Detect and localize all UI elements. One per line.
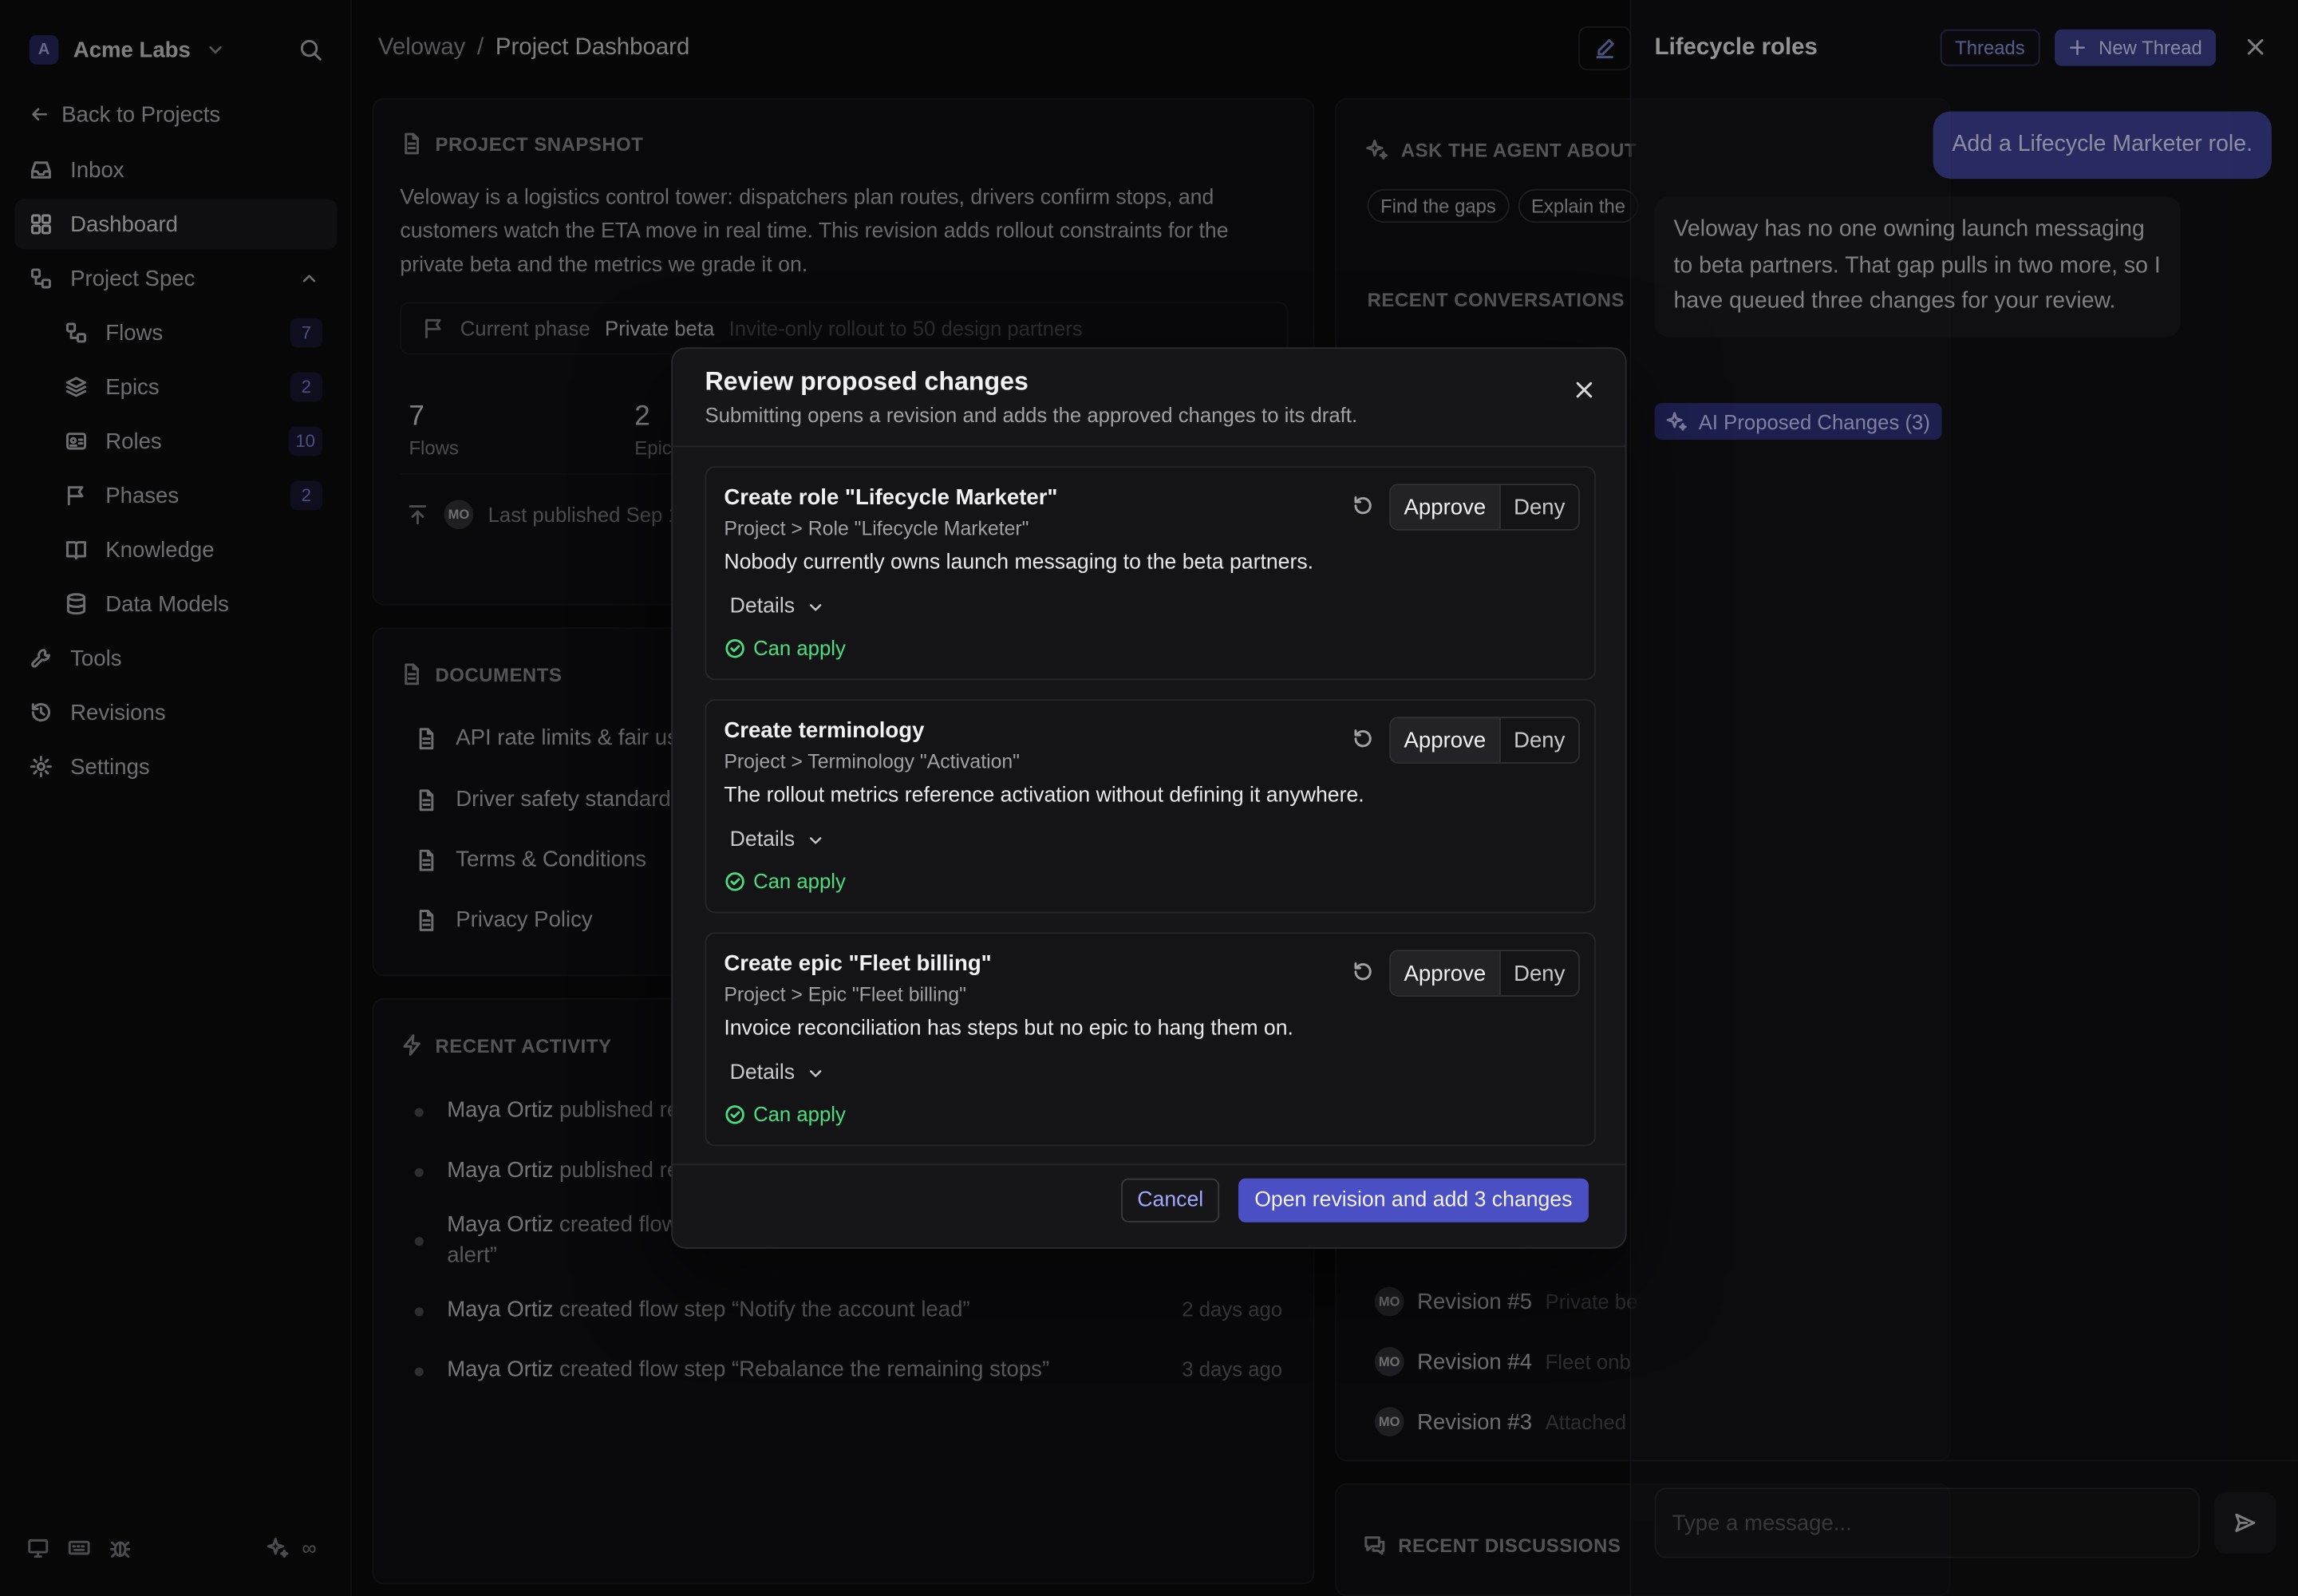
send-icon [2235,1513,2256,1532]
user-message: Add a Lifecycle Marketer role. [1933,111,2272,180]
can-apply-status: Can apply [724,869,846,893]
change-card: Create role "Lifecycle Marketer" Project… [705,466,1597,681]
check-circle-icon [725,638,744,658]
approve-deny-toggle: Approve Deny [1389,717,1580,764]
details-toggle[interactable]: Details [730,1061,826,1084]
change-card: Create epic "Fleet billing" Project > Ep… [705,932,1597,1147]
divider [673,445,1625,448]
thread-title: Lifecycle roles [1654,35,1818,61]
can-apply-label: Can apply [753,1102,846,1126]
chevron-down-icon [810,603,822,610]
divider [1631,1460,2298,1462]
open-revision-button[interactable]: Open revision and add 3 changes [1238,1178,1589,1223]
plus-icon [2070,40,2085,56]
reset-icon[interactable] [1351,960,1374,983]
can-apply-status: Can apply [724,636,846,660]
deny-button[interactable]: Deny [1501,718,1578,762]
approve-button[interactable]: Approve [1391,717,1501,763]
new-thread-button[interactable]: New Thread [2055,29,2216,66]
change-title: Create epic "Fleet billing" [724,951,992,977]
message-input[interactable]: Type a message... [1654,1487,2200,1558]
can-apply-label: Can apply [753,636,846,660]
change-description: Invoice reconciliation has steps but no … [724,1017,1293,1041]
chevron-down-icon [810,836,822,843]
details-label: Details [729,1061,796,1085]
details-toggle[interactable]: Details [730,828,826,851]
close-icon[interactable] [2244,35,2267,58]
check-circle-icon [725,871,744,891]
approve-deny-toggle: Approve Deny [1389,950,1580,997]
check-circle-icon [725,1104,744,1124]
approve-button[interactable]: Approve [1391,951,1501,996]
agent-chat-panel: Lifecycle roles Threads New Thread Add a… [1629,0,2298,1596]
details-label: Details [729,595,796,619]
chevron-down-icon [810,1069,822,1077]
close-icon[interactable] [1573,378,1596,401]
approve-deny-toggle: Approve Deny [1389,484,1580,531]
proposed-changes-button[interactable]: AI Proposed Changes (3) [1654,403,1942,440]
reset-icon[interactable] [1351,727,1374,750]
review-changes-dialog: Review proposed changes Submitting opens… [671,347,1627,1249]
deny-button[interactable]: Deny [1501,951,1578,995]
change-description: The rollout metrics reference activation… [724,784,1364,808]
dialog-subtitle: Submitting opens a revision and adds the… [705,403,1358,427]
agent-message: Veloway has no one owning launch messagi… [1654,196,2182,337]
threads-button[interactable]: Threads [1940,29,2040,66]
change-path: Project > Terminology "Activation" [724,750,1020,772]
details-toggle[interactable]: Details [730,595,826,618]
change-title: Create terminology [724,717,925,744]
can-apply-label: Can apply [753,869,846,893]
sparkles-icon [1666,412,1687,431]
new-thread-label: New Thread [2099,36,2202,59]
change-description: Nobody currently owns launch messaging t… [724,551,1314,575]
change-card: Create terminology Project > Terminology… [705,699,1597,914]
dialog-title: Review proposed changes [705,366,1029,396]
change-path: Project > Epic "Fleet billing" [724,983,966,1005]
send-button[interactable] [2214,1491,2276,1554]
deny-button[interactable]: Deny [1501,485,1578,529]
details-label: Details [729,828,796,852]
cancel-button[interactable]: Cancel [1121,1178,1220,1223]
approve-button[interactable]: Approve [1391,484,1501,530]
proposed-changes-label: AI Proposed Changes (3) [1698,409,1930,433]
can-apply-status: Can apply [724,1102,846,1126]
divider [673,1163,1625,1166]
change-path: Project > Role "Lifecycle Marketer" [724,517,1029,539]
reset-icon[interactable] [1351,494,1374,517]
change-title: Create role "Lifecycle Marketer" [724,484,1058,511]
